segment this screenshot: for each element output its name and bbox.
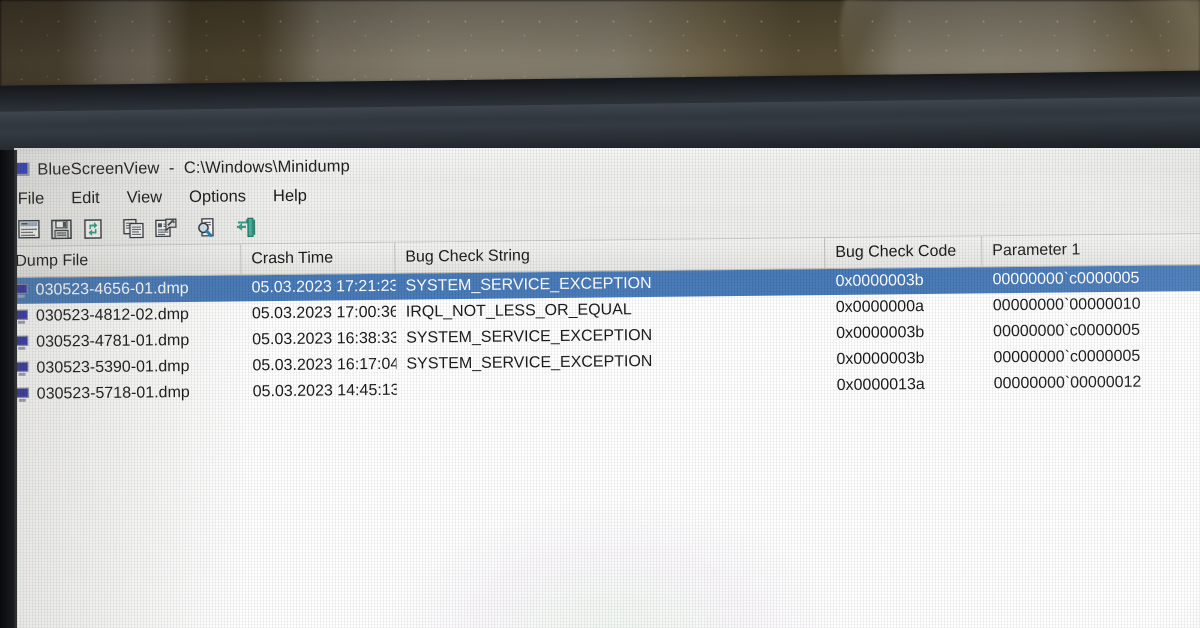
menu-item-options[interactable]: Options [185,185,258,209]
dump-file-label: 030523-5390-01.dmp [36,358,190,377]
cell-bug-check-code: 0x0000003b [836,350,925,369]
cell-crash-time: 05.03.2023 14:45:13 [252,381,397,401]
column-header-bug-check-code[interactable]: Bug Check Code [825,236,983,269]
column-header-crash-time[interactable]: Crash Time [241,242,396,275]
menu-item-view[interactable]: View [123,186,175,210]
cell-parameter-1: 00000000`00000012 [993,373,1142,393]
monitor-screen: BlueScreenView - C:\Windows\Minidump Fil… [14,148,1200,628]
bezel-highlight [0,96,1200,126]
save-icon[interactable] [47,216,75,242]
bluescreenview-window: BlueScreenView - C:\Windows\Minidump Fil… [14,148,1200,628]
column-header-parameter-1[interactable]: Parameter 1 [982,233,1200,267]
photo-of-monitor: BlueScreenView - C:\Windows\Minidump Fil… [0,0,1200,628]
cell-dump-file: 030523-4781-01.dmp [14,327,242,356]
window-title: BlueScreenView - C:\Windows\Minidump [37,156,350,179]
cell-bug-check-code: 0x0000013a [836,376,925,395]
column-header-dump-file[interactable]: Dump File [14,244,242,277]
cell-dump-file: 030523-4656-01.dmp [14,275,242,304]
dump-file-label: 030523-5718-01.dmp [36,384,190,403]
cell-parameter-1: 00000000`c0000005 [992,269,1140,289]
html-report-icon[interactable] [152,215,180,241]
cell-bug-check-code: 0x0000003b [835,272,924,291]
properties-window-icon[interactable] [15,216,43,242]
monitor-bezel-left [0,150,17,628]
cell-crash-time: 05.03.2023 17:00:36 [251,303,397,323]
cell-crash-time: 05.03.2023 16:38:33 [252,329,397,349]
cell-bug-check-code: 0x0000003b [836,324,925,343]
find-icon[interactable] [193,214,221,240]
menu-item-help[interactable]: Help [269,185,319,209]
cell-dump-file: 030523-4812-02.dmp [14,301,242,330]
refresh-icon[interactable] [79,215,107,241]
cell-bug-check-code: 0x0000000a [835,298,925,317]
dump-file-label: 030523-4812-02.dmp [35,306,190,325]
copy-icon[interactable] [120,215,148,241]
menu-item-file[interactable]: File [14,187,56,210]
exit-icon[interactable] [232,214,260,240]
dump-file-label: 030523-4656-01.dmp [35,280,189,299]
menu-item-edit[interactable]: Edit [67,187,112,210]
cell-dump-file: 030523-5718-01.dmp [14,379,243,408]
dump-file-list[interactable]: 030523-4656-01.dmp 05.03.2023 17:21:23 S… [14,264,1200,628]
column-header-bug-check-string[interactable]: Bug Check String [395,238,826,273]
cell-parameter-1: 00000000`c0000005 [993,321,1141,341]
cell-parameter-1: 00000000`00000010 [992,295,1141,315]
cell-dump-file: 030523-5390-01.dmp [14,353,243,382]
cell-bug-check-string [397,373,827,404]
dump-file-label: 030523-4781-01.dmp [36,332,190,351]
cell-parameter-1: 00000000`c0000005 [993,347,1141,367]
cell-crash-time: 05.03.2023 16:17:04 [252,355,397,375]
cell-crash-time: 05.03.2023 17:21:23 [251,277,396,297]
